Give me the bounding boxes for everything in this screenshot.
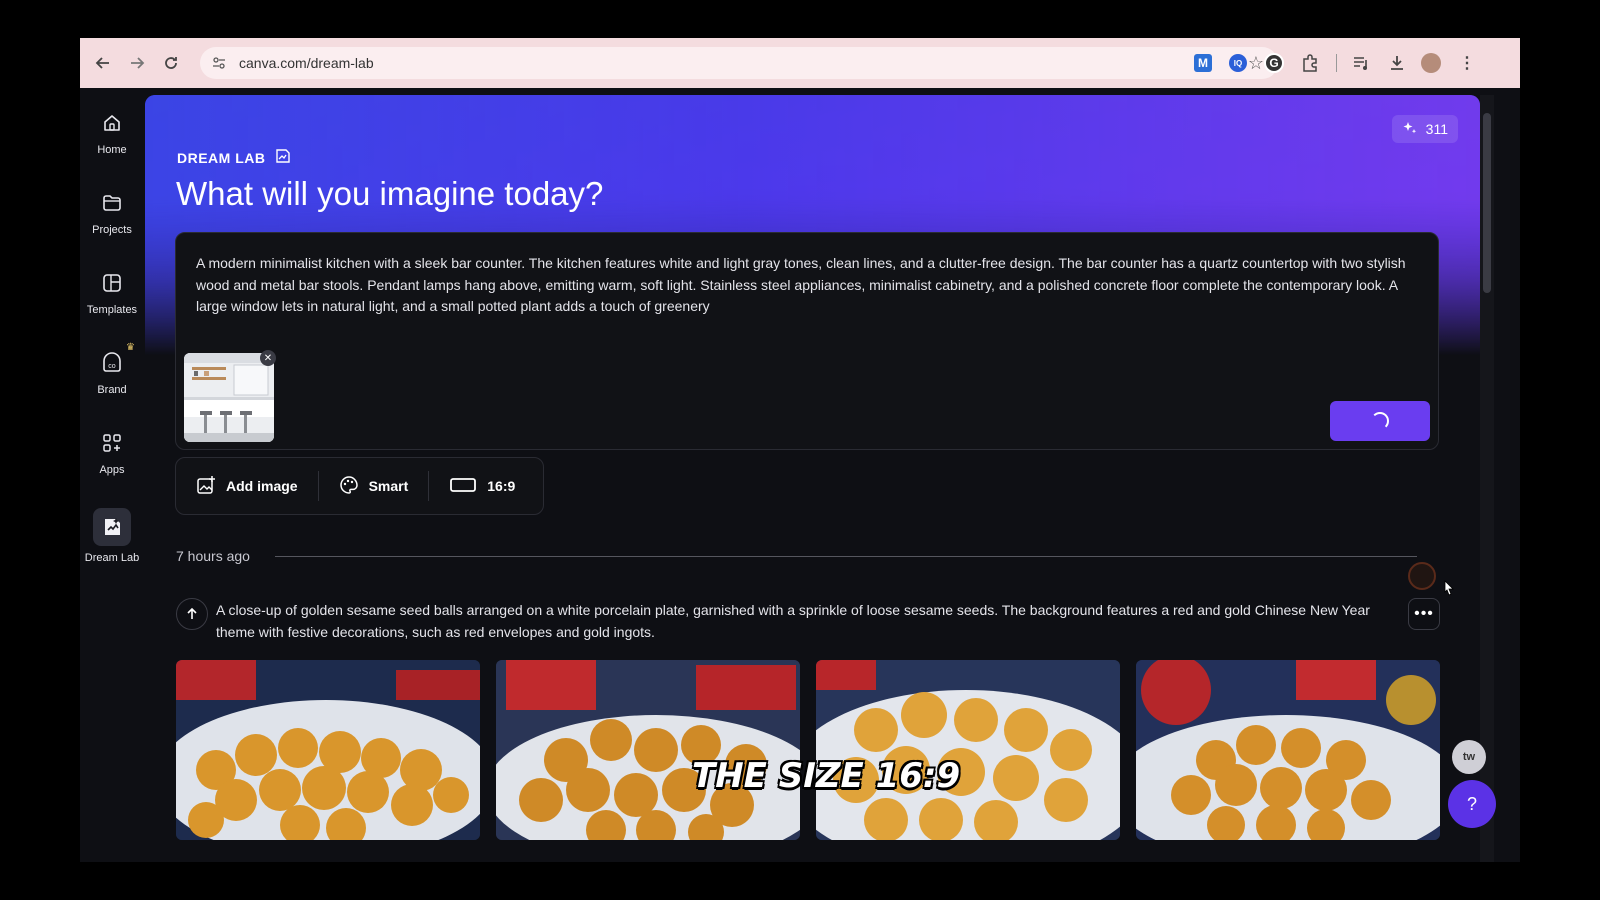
sidebar-item-label: Projects — [92, 224, 132, 236]
history-prompt-text: A close-up of golden sesame seed balls a… — [216, 602, 1370, 640]
aspect-ratio-icon — [449, 476, 477, 497]
sparkle-icon — [1402, 120, 1418, 139]
brand-icon: co ♛ — [97, 342, 135, 378]
timeline-marker[interactable] — [1408, 562, 1436, 590]
sidebar-item-apps[interactable]: Apps — [80, 428, 144, 476]
aspect-ratio-selector[interactable]: 16:9 — [428, 471, 535, 501]
browser-toolbar: canva.com/dream-lab ☆ M IQ G ⋮ — [80, 38, 1520, 88]
palette-icon — [339, 475, 359, 498]
sidebar-item-templates[interactable]: Templates — [80, 268, 144, 316]
timeline-divider — [275, 556, 1417, 557]
sidebar: Home Projects Templates co ♛ Brand Apps … — [80, 88, 144, 862]
sidebar-item-label: Templates — [86, 304, 138, 316]
svg-text:co: co — [108, 363, 116, 370]
image-add-icon — [196, 475, 216, 498]
generated-image[interactable] — [496, 660, 800, 840]
dream-lab-main: 311 DREAM LAB What will you imagine toda… — [145, 95, 1480, 862]
remove-image-icon[interactable]: ✕ — [260, 350, 276, 366]
section-label-text: DREAM LAB — [177, 149, 266, 166]
loading-spinner-icon — [1371, 412, 1389, 430]
page-title: What will you imagine today? — [176, 175, 604, 212]
templates-icon — [97, 268, 127, 298]
sidebar-item-dream-lab[interactable]: Dream Lab — [80, 508, 144, 564]
style-label: Smart — [368, 478, 409, 494]
back-icon[interactable] — [90, 50, 116, 76]
help-button[interactable]: ? — [1448, 780, 1496, 828]
more-options-icon[interactable]: ••• — [1408, 598, 1440, 630]
download-icon[interactable] — [1386, 52, 1408, 74]
extension-blue-icon[interactable]: IQ — [1229, 54, 1247, 72]
browser-window: canva.com/dream-lab ☆ M IQ G ⋮ Home Proj… — [80, 38, 1520, 862]
sidebar-item-label: Home — [97, 144, 127, 156]
sidebar-item-brand[interactable]: co ♛ Brand — [80, 342, 144, 396]
toolbar-divider — [1336, 54, 1337, 72]
mouse-cursor-icon — [1442, 580, 1456, 603]
home-icon — [97, 108, 127, 138]
reference-image-thumbnail[interactable] — [184, 353, 274, 442]
reuse-prompt-icon[interactable] — [176, 598, 208, 630]
reload-icon[interactable] — [158, 50, 184, 76]
site-settings-icon[interactable] — [211, 55, 227, 71]
dream-lab-icon — [93, 508, 131, 546]
extension-grammar-icon[interactable]: G — [1264, 53, 1284, 73]
credits-badge[interactable]: 311 — [1391, 115, 1458, 143]
crown-icon: ♛ — [126, 342, 135, 353]
extensions-puzzle-icon[interactable] — [1299, 52, 1321, 74]
address-bar[interactable]: canva.com/dream-lab ☆ — [200, 47, 1278, 79]
media-controls-icon[interactable] — [1350, 52, 1372, 74]
section-label: DREAM LAB — [177, 147, 292, 168]
generate-button[interactable] — [1330, 401, 1430, 441]
prompt-input-box[interactable]: A modern minimalist kitchen with a sleek… — [175, 232, 1439, 450]
folder-icon — [97, 188, 127, 218]
generated-image[interactable] — [816, 660, 1120, 840]
extension-m-icon[interactable]: M — [1194, 54, 1212, 72]
url-text: canva.com/dream-lab — [239, 55, 374, 71]
sidebar-item-projects[interactable]: Projects — [80, 188, 144, 236]
sidebar-item-label: Dream Lab — [84, 552, 140, 564]
sidebar-item-home[interactable]: Home — [80, 108, 144, 156]
sidebar-item-label: Brand — [97, 384, 127, 396]
dream-lab-badge-icon — [274, 147, 292, 168]
forward-icon[interactable] — [124, 50, 150, 76]
video-caption-overlay: THE SIZE 16:9 — [692, 756, 961, 796]
scrollbar-thumb[interactable] — [1483, 113, 1491, 293]
add-image-label: Add image — [226, 478, 298, 494]
history-timestamp: 7 hours ago — [176, 548, 250, 564]
browser-menu-icon[interactable]: ⋮ — [1456, 52, 1478, 74]
credits-count: 311 — [1425, 121, 1448, 137]
bookmark-star-icon[interactable]: ☆ — [1248, 53, 1264, 74]
generated-image[interactable] — [176, 660, 480, 840]
style-selector[interactable]: Smart — [317, 471, 429, 501]
prompt-options-toolbar: Add image Smart 16:9 — [175, 457, 544, 515]
profile-avatar[interactable] — [1421, 53, 1441, 73]
apps-icon — [97, 428, 127, 458]
add-image-button[interactable]: Add image — [176, 471, 318, 501]
generated-images-gallery — [176, 660, 1440, 840]
prompt-textarea[interactable]: A modern minimalist kitchen with a sleek… — [196, 253, 1421, 318]
generated-image[interactable] — [1136, 660, 1440, 840]
aspect-ratio-label: 16:9 — [487, 478, 516, 494]
sidebar-item-label: Apps — [99, 464, 125, 476]
assistant-bot-icon[interactable]: tw — [1452, 740, 1486, 774]
